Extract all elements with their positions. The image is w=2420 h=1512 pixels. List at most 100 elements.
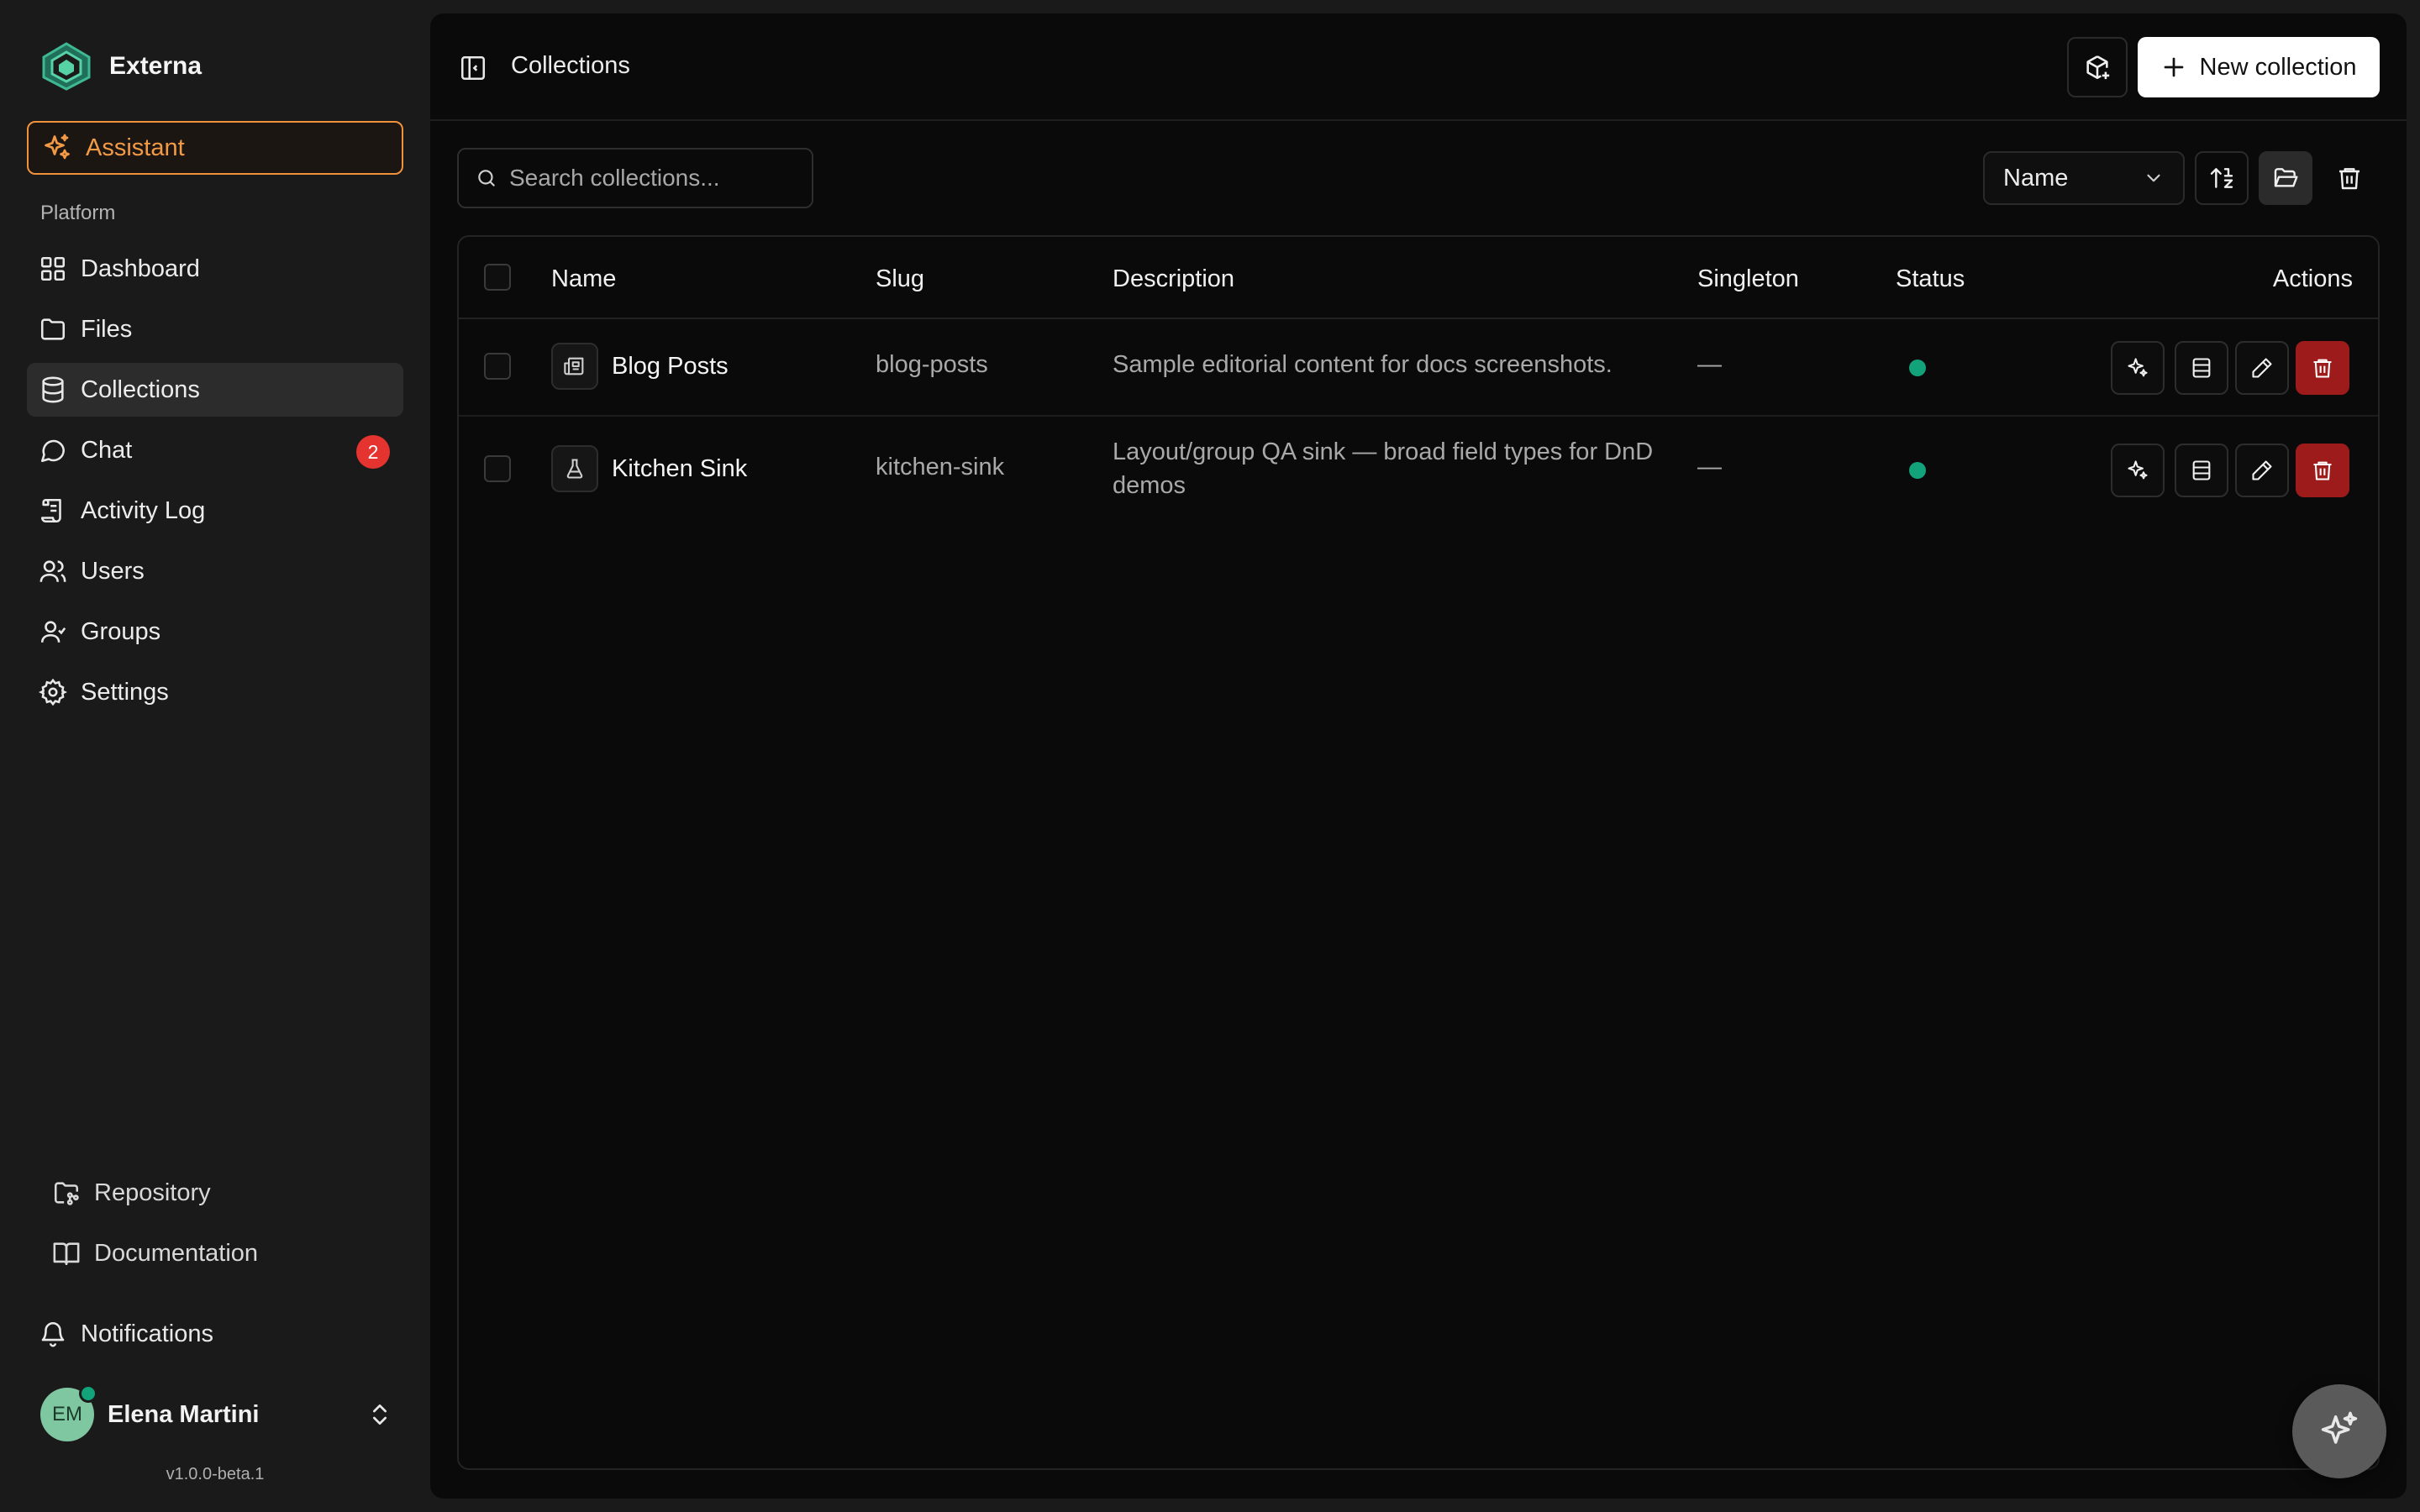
notifications-label: Notifications [81, 1320, 213, 1347]
sidebar: Externa Assistant Platform Dashboard Fil… [0, 0, 430, 1512]
sidebar-item-collections[interactable]: Collections [27, 363, 403, 417]
table-row[interactable]: Kitchen Sink kitchen-sink Layout/group Q… [459, 417, 2378, 522]
collection-description: Layout/group QA sink — broad field types… [1113, 438, 1654, 499]
sort-select-value: Name [2003, 164, 2069, 192]
sparkles-icon [2321, 1411, 2358, 1444]
collection-name-label: Kitchen Sink [612, 454, 748, 482]
view-entries-button[interactable] [2175, 444, 2228, 497]
assistant-label: Assistant [86, 134, 185, 161]
sort-select[interactable]: Name [1983, 151, 2185, 205]
row-checkbox[interactable] [484, 353, 511, 380]
pencil-icon [2252, 358, 2272, 378]
top-bar: Collections New collection [430, 13, 2407, 121]
sidebar-item-users[interactable]: Users [27, 544, 403, 598]
trash-view-button[interactable] [2323, 151, 2376, 205]
bell-icon [41, 1322, 65, 1347]
sort-direction-button[interactable] [2195, 151, 2249, 205]
user-menu[interactable]: EM Elena Martini [40, 1384, 393, 1443]
users-icon [39, 560, 66, 582]
delete-button[interactable] [2296, 444, 2349, 497]
search-box[interactable] [457, 148, 813, 208]
brand-name: Externa [109, 52, 203, 80]
gear-icon [39, 678, 67, 706]
column-header-name[interactable]: Name [551, 265, 616, 293]
repository-icon [54, 1182, 79, 1205]
flask-icon [551, 445, 598, 492]
collection-name[interactable]: Blog Posts [551, 343, 729, 390]
table-header: Name Slug Description Singleton Status A… [459, 237, 2378, 319]
search-icon [478, 170, 495, 186]
scroll-icon [40, 498, 61, 523]
user-name: Elena Martini [108, 1400, 260, 1428]
folder-view-button[interactable] [2259, 151, 2312, 205]
select-all-checkbox[interactable] [484, 264, 511, 291]
sparkles-icon [2128, 460, 2148, 480]
logo-icon [42, 42, 91, 91]
book-icon [53, 1242, 80, 1266]
trash-icon [2313, 461, 2332, 480]
row-checkbox[interactable] [484, 455, 511, 482]
view-entries-button[interactable] [2175, 341, 2228, 395]
documentation-link[interactable]: Documentation [40, 1226, 393, 1280]
brand[interactable]: Externa [40, 42, 202, 91]
chat-icon [40, 439, 66, 463]
sidebar-item-label: Collections [81, 375, 200, 403]
collection-description: Sample editorial content for docs screen… [1113, 351, 1612, 378]
column-header-description[interactable]: Description [1113, 265, 1234, 293]
avatar: EM [40, 1384, 97, 1441]
avatar-initials: EM [52, 1403, 82, 1425]
trash-icon [2313, 359, 2332, 378]
collection-singleton: — [1697, 454, 1722, 480]
sidebar-item-activity-log[interactable]: Activity Log [27, 484, 403, 538]
sidebar-nav: Dashboard Files Collections Chat 2 Activ… [27, 242, 403, 726]
new-collection-label: New collection [2199, 53, 2357, 81]
edit-button[interactable] [2235, 444, 2289, 497]
column-header-slug[interactable]: Slug [876, 265, 924, 293]
sidebar-item-settings[interactable]: Settings [27, 665, 403, 719]
column-header-singleton[interactable]: Singleton [1697, 265, 1799, 293]
sidebar-bottom-links: Repository Documentation [40, 1166, 393, 1287]
collection-slug: blog-posts [876, 351, 988, 378]
collections-table: Name Slug Description Singleton Status A… [457, 235, 2380, 1470]
package-plus-icon [2086, 55, 2110, 80]
sidebar-item-dashboard[interactable]: Dashboard [27, 242, 403, 296]
sparkles-icon [45, 134, 70, 160]
sidebar-item-chat[interactable]: Chat 2 [27, 423, 403, 477]
sidebar-toggle-icon[interactable] [459, 54, 487, 82]
documentation-label: Documentation [94, 1239, 259, 1267]
folder-open-icon [2274, 168, 2298, 187]
collection-name[interactable]: Kitchen Sink [551, 445, 747, 492]
assistant-button[interactable]: Assistant [27, 121, 403, 175]
repository-label: Repository [94, 1179, 211, 1206]
collection-slug: kitchen-sink [876, 454, 1005, 480]
status-indicator [1909, 360, 1926, 376]
search-input[interactable] [509, 165, 812, 192]
sparkles-icon [2128, 358, 2148, 377]
delete-button[interactable] [2296, 341, 2349, 395]
new-collection-button[interactable]: New collection [2138, 37, 2380, 97]
table-row[interactable]: Blog Posts blog-posts Sample editorial c… [459, 319, 2378, 417]
newspaper-icon [551, 343, 598, 390]
assistant-fab[interactable] [2292, 1384, 2386, 1478]
import-collection-button[interactable] [2067, 37, 2128, 97]
section-label-platform: Platform [40, 202, 116, 224]
sidebar-item-label: Dashboard [81, 255, 200, 282]
sort-ascending-icon [2210, 168, 2233, 188]
page-title: Collections [511, 52, 630, 79]
ai-action-button[interactable] [2111, 444, 2165, 497]
notifications-button[interactable]: Notifications [27, 1307, 403, 1361]
edit-button[interactable] [2235, 341, 2289, 395]
sidebar-item-groups[interactable]: Groups [27, 605, 403, 659]
sidebar-item-label: Users [81, 557, 145, 585]
column-header-status[interactable]: Status [1896, 265, 1965, 293]
sidebar-item-label: Files [81, 315, 133, 343]
online-status-dot [79, 1384, 97, 1403]
sidebar-item-label: Settings [81, 678, 169, 706]
ai-action-button[interactable] [2111, 341, 2165, 395]
column-header-actions: Actions [2272, 265, 2353, 292]
repository-link[interactable]: Repository [40, 1166, 393, 1220]
app-version: v1.0.0-beta.1 [166, 1465, 265, 1483]
sidebar-item-files[interactable]: Files [27, 302, 403, 356]
dashboard-icon [40, 256, 66, 281]
sidebar-item-label: Groups [81, 617, 161, 645]
